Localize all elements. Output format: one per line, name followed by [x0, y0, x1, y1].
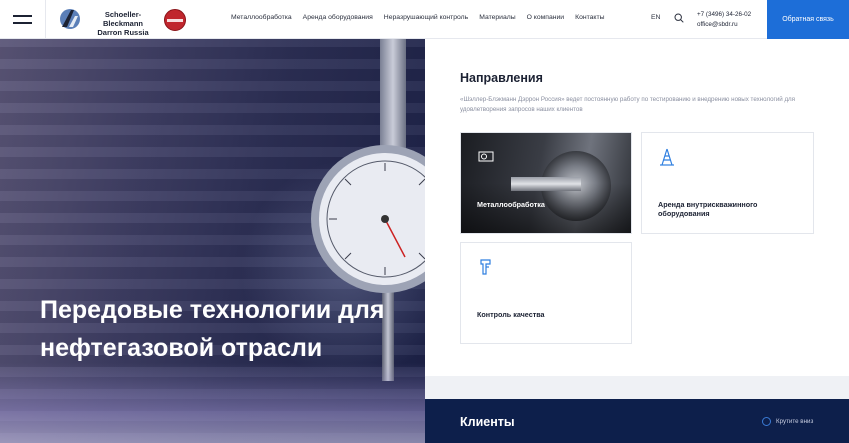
site-header: Schoeller-Bleckmann Darron Russia Металл…	[0, 0, 849, 39]
hero-floor	[0, 363, 425, 443]
direction-card-metalworking[interactable]: Металлообработка	[460, 132, 632, 234]
directions-title: Направления	[460, 71, 543, 85]
nav-item-ndt[interactable]: Неразрушающий контроль	[384, 14, 468, 21]
scroll-down-hint[interactable]: Крутите вниз	[762, 417, 813, 426]
nav-item-contacts[interactable]: Контакты	[575, 14, 604, 21]
language-switch[interactable]: EN	[651, 14, 660, 21]
header-contacts: +7 (3496) 34-26-02 office@sbdr.ru	[697, 10, 751, 30]
partner-badge-icon	[164, 9, 186, 31]
directions-description: «Шэллер-Блэкманн Дэррон Россия» ведет по…	[460, 96, 796, 113]
nav-item-about[interactable]: О компании	[527, 14, 565, 21]
search-icon[interactable]	[674, 13, 684, 23]
sbd-logo-icon	[60, 9, 80, 29]
hero-title: Передовые технологии для нефтегазовой от…	[40, 296, 385, 362]
section-divider	[425, 376, 849, 399]
card-label-quality: Контроль качества	[477, 310, 545, 319]
hero-banner: Передовые технологии для нефтегазовой от…	[0, 39, 425, 443]
email-link[interactable]: office@sbdr.ru	[697, 20, 751, 30]
caliper-icon	[480, 259, 491, 275]
lathe-icon	[478, 151, 494, 162]
logo-line-2: Darron Russia	[97, 28, 149, 37]
direction-card-quality[interactable]: Контроль качества	[460, 242, 632, 344]
card-label-rental: Аренда внутрискважинного оборудования	[658, 200, 758, 218]
dial-gauge-image	[311, 145, 425, 293]
menu-burger-button[interactable]	[0, 0, 46, 39]
clients-title: Клиенты	[460, 415, 515, 429]
main-nav: Металлообработка Аренда оборудования Нер…	[231, 14, 604, 21]
direction-card-rental[interactable]: Аренда внутрискважинного оборудования	[641, 132, 814, 234]
phone-link[interactable]: +7 (3496) 34-26-02	[697, 10, 751, 20]
nav-item-materials[interactable]: Материалы	[479, 14, 515, 21]
card-label-metalworking: Металлообработка	[477, 200, 545, 209]
nav-item-equipment-rental[interactable]: Аренда оборудования	[303, 14, 373, 21]
burger-line	[13, 15, 32, 17]
scroll-down-label: Крутите вниз	[776, 418, 814, 425]
nav-item-metalworking[interactable]: Металлообработка	[231, 14, 292, 21]
directions-section: Направления «Шэллер-Блэкманн Дэррон Росс…	[425, 39, 849, 376]
scroll-circle-icon	[762, 417, 771, 426]
company-logo[interactable]: Schoeller-Bleckmann Darron Russia	[58, 7, 188, 37]
drilling-rig-icon	[660, 148, 674, 166]
burger-line	[13, 22, 32, 24]
logo-text: Schoeller-Bleckmann Darron Russia	[85, 10, 161, 37]
logo-line-1: Schoeller-Bleckmann	[102, 10, 144, 28]
clients-section: Клиенты Крутите вниз	[425, 399, 849, 443]
callback-button[interactable]: Обратная связь	[767, 0, 849, 39]
